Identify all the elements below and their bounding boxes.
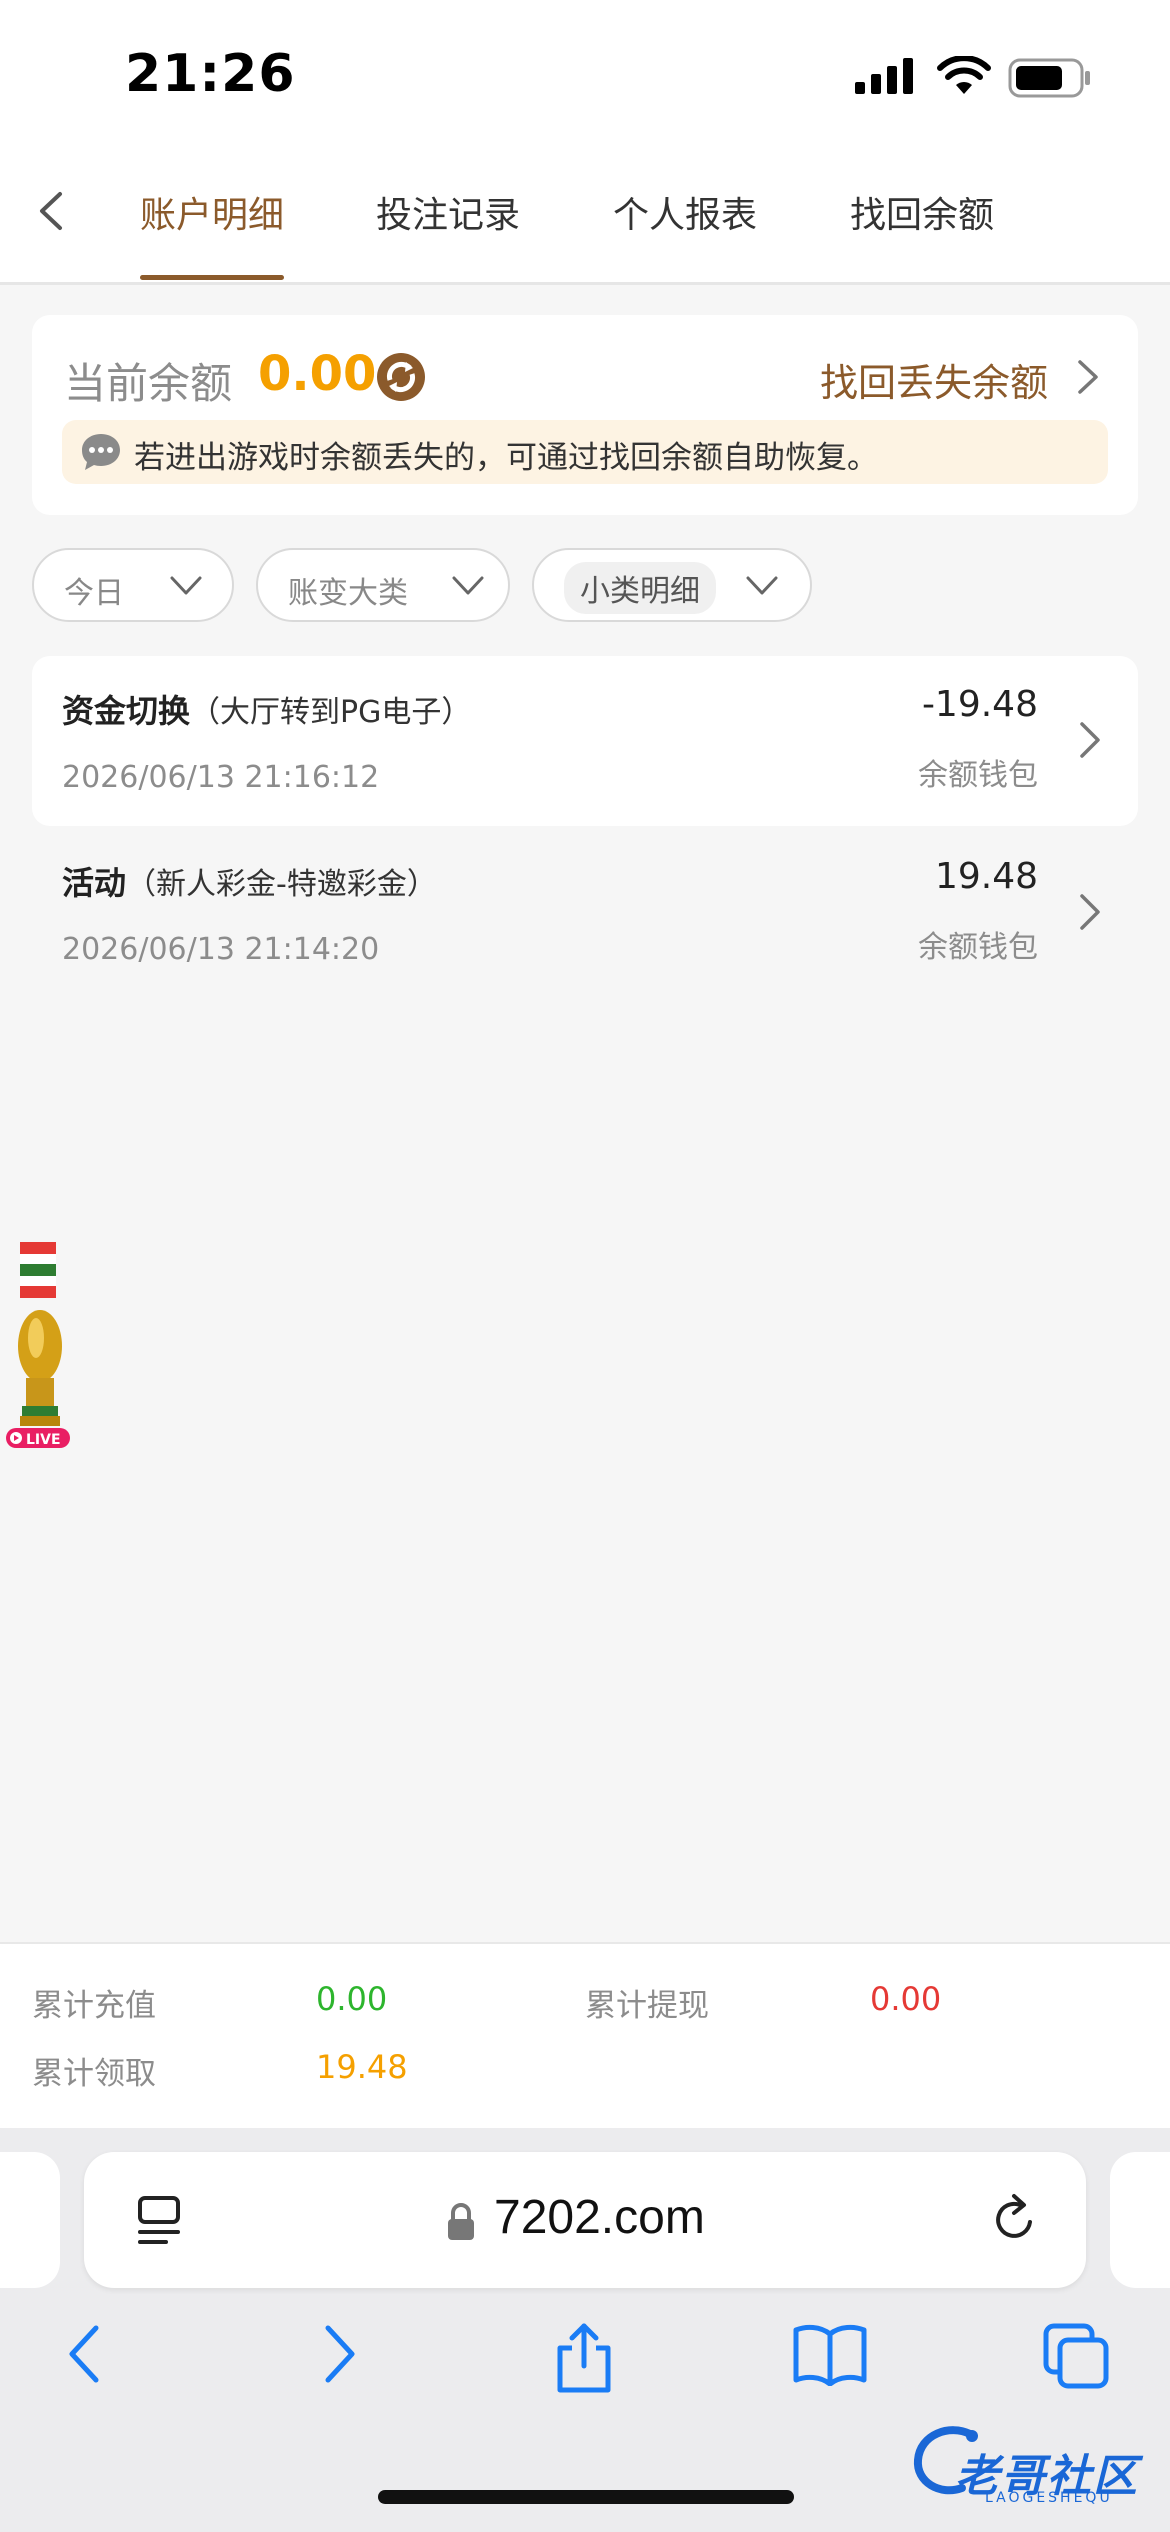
recover-lost-balance-link[interactable]: 找回丢失余额 [820, 352, 1048, 407]
total-withdraw-label: 累计提现 [585, 1988, 709, 2024]
filter-subcategory-label: 小类明细 [564, 562, 716, 614]
tab-recover-balance[interactable]: 找回余额 [850, 186, 994, 238]
chevron-right-icon [1080, 894, 1100, 930]
previous-tab-preview[interactable] [0, 2152, 60, 2288]
active-tab-indicator [140, 275, 284, 280]
balance-label: 当前余额 [64, 359, 233, 408]
chevron-right-icon [1078, 360, 1098, 394]
total-claimed-value: 19.48 [316, 2048, 408, 2086]
transaction-row[interactable]: 资金切换（大厅转到PG电子） 2026/06/13 21:16:12 -19.4… [32, 656, 1138, 826]
watermark-subtext: LAOGESHEQU [985, 2490, 1113, 2506]
chevron-right-icon [1080, 722, 1100, 758]
reload-icon[interactable] [990, 2192, 1040, 2246]
filter-date[interactable]: 今日 [32, 548, 234, 622]
transaction-type: 活动 [62, 864, 127, 902]
chevron-down-icon [746, 576, 778, 595]
filter-date-label: 今日 [64, 576, 124, 611]
transaction-amount: 19.48 [934, 856, 1038, 897]
transaction-detail: （新人彩金-特邀彩金） [126, 867, 437, 902]
wifi-icon [937, 56, 991, 94]
balance-card [32, 315, 1138, 515]
page-menu-icon[interactable] [136, 2194, 182, 2248]
summary-bar [0, 1942, 1170, 2130]
url-text[interactable]: 7202.com [494, 2190, 705, 2245]
refresh-balance-icon[interactable] [376, 352, 426, 402]
cellular-signal-icon [855, 58, 913, 94]
balance-value: 0.00 [258, 346, 377, 402]
status-time: 21:26 [125, 44, 296, 104]
transaction-row[interactable]: 活动（新人彩金-特邀彩金） 2026/06/13 21:14:20 19.48 … [32, 828, 1138, 998]
transaction-date: 2026/06/13 21:16:12 [62, 760, 380, 795]
share-icon[interactable] [552, 2322, 616, 2394]
total-deposit-value: 0.00 [316, 1980, 388, 2018]
tip-text: 若进出游戏时余额丢失的，可通过找回余额自助恢复。 [134, 440, 878, 476]
home-indicator [378, 2490, 794, 2504]
transaction-date: 2026/06/13 21:14:20 [62, 932, 380, 967]
bookmarks-icon[interactable] [792, 2322, 868, 2386]
transaction-wallet: 余额钱包 [918, 758, 1038, 793]
tabs-icon[interactable] [1042, 2322, 1112, 2390]
browser-forward-icon[interactable] [312, 2322, 362, 2386]
back-chevron-icon[interactable] [30, 186, 74, 236]
filter-category-label: 账变大类 [288, 576, 408, 611]
filter-subcategory[interactable]: 小类明细 [532, 548, 812, 622]
live-badge: LIVE [26, 1432, 61, 1448]
chat-bubble-icon [82, 434, 120, 470]
total-claimed-label: 累计领取 [32, 2056, 156, 2092]
next-tab-preview[interactable] [1110, 2152, 1170, 2288]
transaction-amount: -19.48 [921, 684, 1038, 725]
transaction-wallet: 余额钱包 [918, 930, 1038, 965]
transaction-type: 资金切换 [62, 692, 191, 730]
transaction-title: 活动（新人彩金-特邀彩金） [62, 858, 437, 904]
tab-personal-report[interactable]: 个人报表 [613, 186, 757, 238]
total-deposit-label: 累计充值 [32, 1988, 156, 2024]
filter-change-category[interactable]: 账变大类 [256, 548, 510, 622]
battery-icon [1008, 58, 1090, 98]
chevron-down-icon [452, 576, 484, 595]
transaction-title: 资金切换（大厅转到PG电子） [62, 686, 471, 732]
chevron-down-icon [170, 576, 202, 595]
browser-back-icon[interactable] [62, 2322, 112, 2386]
lock-icon [448, 2203, 474, 2240]
tab-bet-records[interactable]: 投注记录 [376, 186, 520, 238]
total-withdraw-value: 0.00 [870, 1980, 942, 2018]
world-cup-live-widget[interactable]: LIVE [6, 1238, 74, 1488]
transaction-detail: （大厅转到PG电子） [190, 695, 472, 730]
tab-account-details[interactable]: 账户明细 [140, 186, 284, 238]
